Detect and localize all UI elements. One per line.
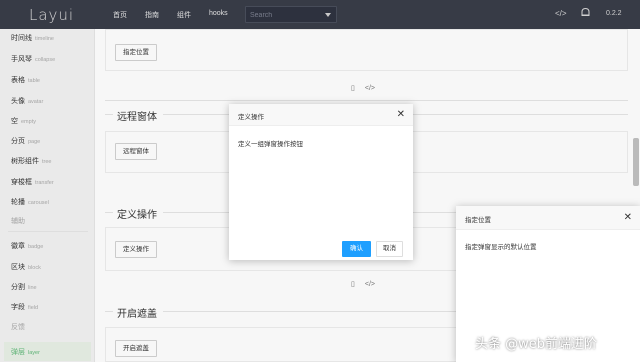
close-icon[interactable]: ✕ xyxy=(397,109,405,120)
dialog-content: 指定弹窗显示的默认位置 xyxy=(465,244,537,251)
actions-dialog: 定义操作 ✕ 定义一组弹窗操作按钮 确认 取消 xyxy=(229,104,413,260)
dialog-title: 指定位置 xyxy=(465,217,491,224)
dialog-header: 指定位置 ✕ xyxy=(456,206,640,230)
cancel-button[interactable]: 取消 xyxy=(376,241,403,257)
confirm-button[interactable]: 确认 xyxy=(342,241,371,257)
watermark: 头条 @web前端进阶 xyxy=(475,337,598,352)
dialog-header: 定义操作 ✕ xyxy=(229,104,413,126)
dialog-title: 定义操作 xyxy=(238,114,264,121)
dialog-content: 定义一组弹窗操作按钮 xyxy=(238,141,303,148)
close-icon[interactable]: ✕ xyxy=(624,212,632,223)
